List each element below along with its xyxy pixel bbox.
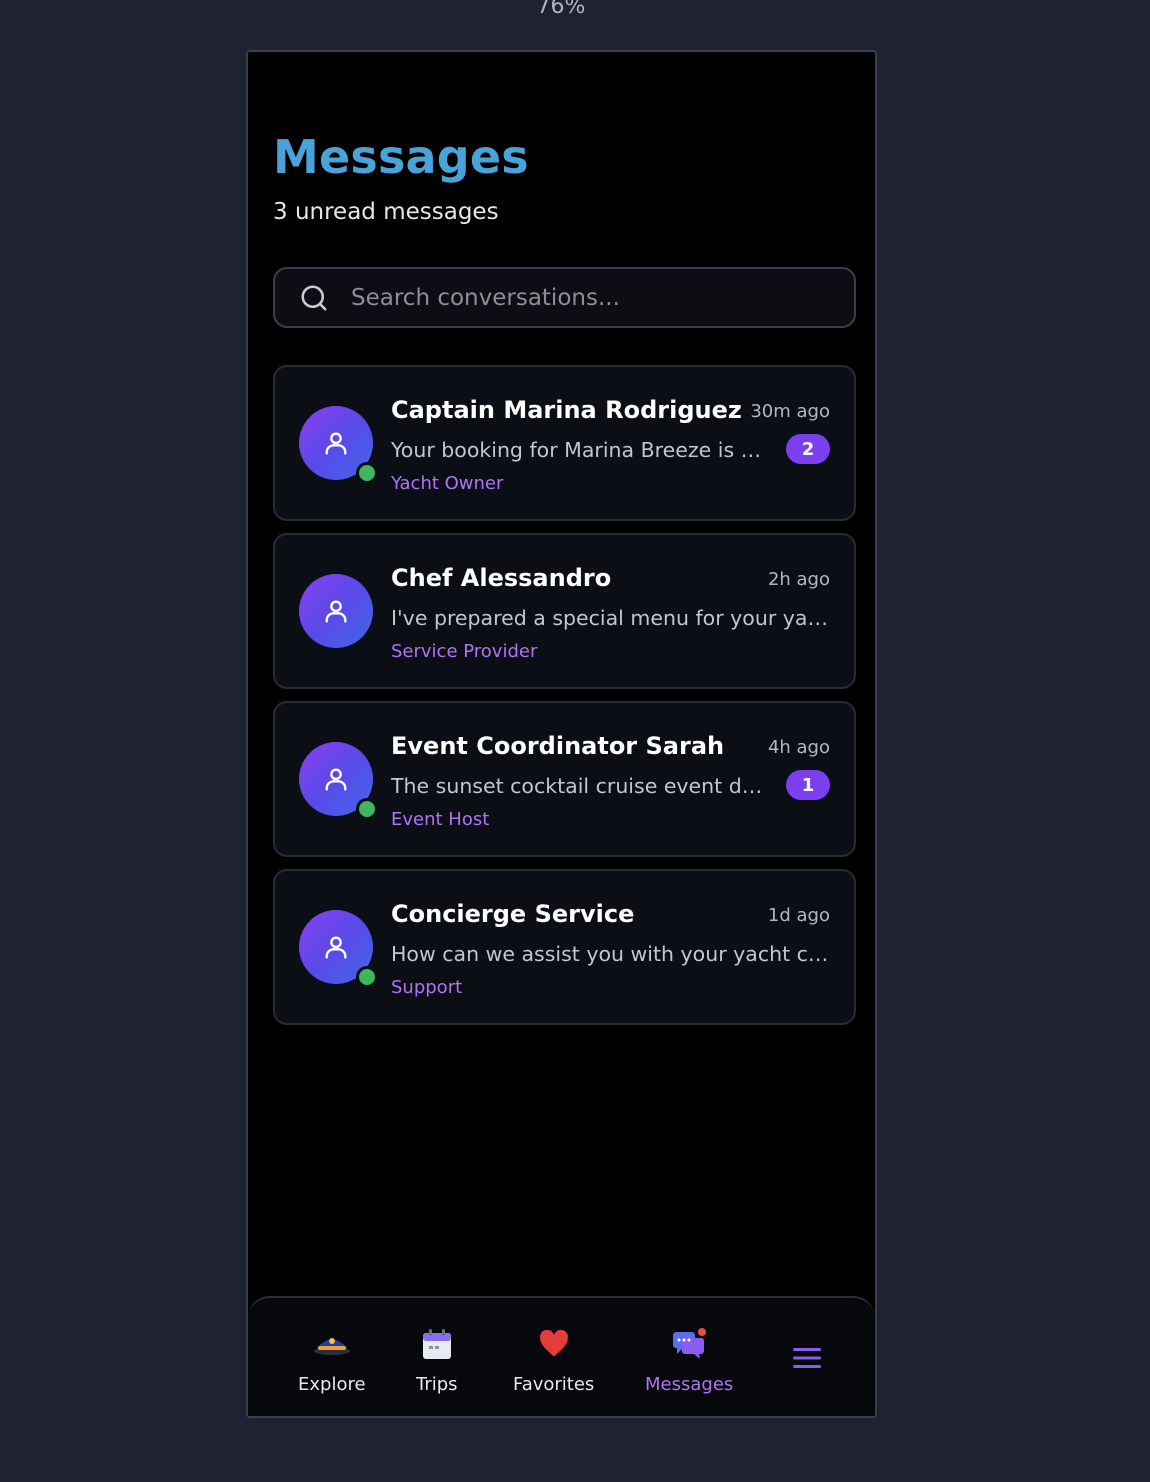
nav-item-messages[interactable]: Messages <box>645 1326 733 1395</box>
contact-name: Event Coordinator Sarah <box>391 732 725 760</box>
search-icon <box>301 285 327 310</box>
nav-label: Messages <box>645 1374 734 1395</box>
online-status-dot <box>356 462 378 484</box>
conversation-item[interactable]: Captain Marina Rodriguez 30m ago Your bo… <box>273 365 856 521</box>
search-bar[interactable] <box>273 267 856 328</box>
message-preview: I've prepared a special menu for your ya… <box>391 606 831 630</box>
message-time: 2h ago <box>767 569 830 590</box>
nav-item-trips[interactable]: Trips <box>416 1326 458 1395</box>
conversation-list: Captain Marina Rodriguez 30m ago Your bo… <box>273 365 856 1037</box>
conversation-item[interactable]: Event Coordinator Sarah 4h ago The sunse… <box>273 701 856 857</box>
nav-label: Trips <box>416 1374 458 1395</box>
contact-role: Service Provider <box>391 641 538 662</box>
user-icon <box>325 936 347 959</box>
calendar-icon <box>422 1329 451 1359</box>
bottom-nav: Explore Trips Favorites Messages <box>248 1296 875 1416</box>
message-preview: How can we assist you with your yacht cl… <box>391 942 831 966</box>
nav-label: Favorites <box>513 1374 595 1395</box>
contact-role: Event Host <box>391 809 490 830</box>
hamburger-menu-icon[interactable] <box>792 1346 822 1370</box>
message-time: 4h ago <box>767 737 830 758</box>
captain-hat-icon <box>313 1338 350 1355</box>
message-time: 1d ago <box>767 905 830 926</box>
page-title: Messages <box>273 130 529 184</box>
phone-frame: Messages 3 unread messages Captain Marin… <box>246 50 877 1418</box>
online-status-dot <box>356 798 378 820</box>
nav-item-favorites[interactable]: Favorites <box>513 1326 594 1395</box>
contact-name: Concierge Service <box>391 900 635 928</box>
online-status-dot <box>356 966 378 988</box>
conversation-item[interactable]: Chef Alessandro 2h ago I've prepared a s… <box>273 533 856 689</box>
message-time: 30m ago <box>750 401 830 422</box>
conversation-item[interactable]: Concierge Service 1d ago How can we assi… <box>273 869 856 1025</box>
avatar <box>299 574 373 648</box>
search-input[interactable] <box>351 284 811 311</box>
unread-badge: 1 <box>786 770 830 800</box>
zoom-level: 76% <box>536 0 586 19</box>
chat-bubbles-icon <box>673 1328 707 1359</box>
user-icon <box>325 768 347 791</box>
unread-count-subtitle: 3 unread messages <box>273 199 499 225</box>
nav-item-explore[interactable]: Explore <box>298 1326 366 1395</box>
message-preview: The sunset cocktail cruise event deta... <box>391 774 771 798</box>
user-icon <box>325 432 347 455</box>
heart-icon <box>539 1330 568 1357</box>
contact-name: Chef Alessandro <box>391 564 612 592</box>
nav-label: Explore <box>298 1374 366 1395</box>
contact-name: Captain Marina Rodriguez <box>391 396 742 424</box>
contact-role: Yacht Owner <box>391 473 504 494</box>
user-icon <box>325 600 347 623</box>
contact-role: Support <box>391 977 463 998</box>
message-preview: Your booking for Marina Breeze is co... <box>391 438 771 462</box>
unread-badge: 2 <box>786 434 830 464</box>
